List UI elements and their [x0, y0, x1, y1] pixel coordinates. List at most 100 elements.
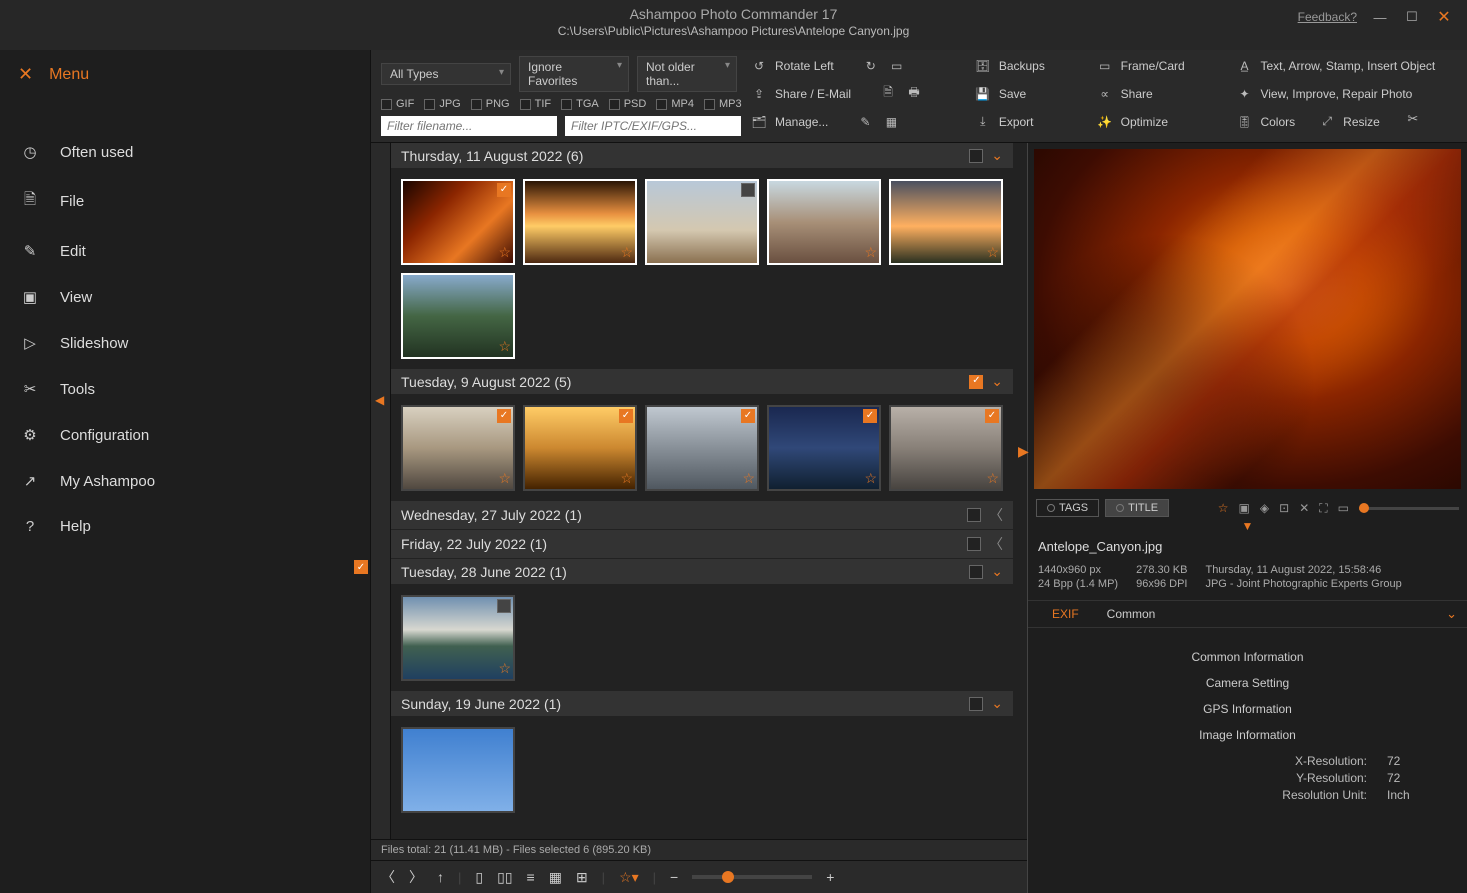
preview-fullscreen-icon[interactable]: ⛶	[1319, 501, 1327, 516]
thumb-star-icon[interactable]: ☆	[864, 244, 877, 261]
thumb-check-icon[interactable]	[741, 183, 755, 197]
text-arrow-button[interactable]: A̲Text, Arrow, Stamp, Insert Object	[1236, 56, 1457, 76]
format-png[interactable]: PNG	[471, 98, 510, 110]
optimize-button[interactable]: ✨Optimize	[1097, 111, 1207, 132]
view-grid-icon[interactable]: ▦	[549, 869, 562, 886]
group-header[interactable]: Wednesday, 27 July 2022 (1)〈	[391, 501, 1013, 530]
format-psd[interactable]: PSD	[609, 98, 647, 110]
view-details-icon[interactable]: ⊞	[576, 869, 588, 886]
preview-chevron-down-icon[interactable]: ▼	[1028, 519, 1467, 533]
thumb-check-icon[interactable]	[497, 183, 511, 197]
age-dropdown[interactable]: Not older than...	[637, 56, 737, 92]
zoom-out-icon[interactable]: −	[670, 869, 678, 885]
edit-icon[interactable]: ✎	[856, 115, 874, 129]
thumbnail[interactable]: ☆	[401, 405, 515, 491]
common-tab[interactable]: Common	[1093, 601, 1170, 627]
tags-tab[interactable]: TAGS	[1036, 499, 1099, 517]
thumbnail[interactable]: ☆	[401, 179, 515, 265]
chevron-icon[interactable]: ⌄	[991, 695, 1003, 712]
menu-item-often-used[interactable]: ◷Often used	[0, 129, 370, 175]
backups-button[interactable]: 🗄Backups	[975, 56, 1067, 76]
format-jpg[interactable]: JPG	[424, 98, 460, 110]
thumb-star-icon[interactable]: ☆	[498, 660, 511, 677]
format-tif[interactable]: TIF	[520, 98, 552, 110]
preview-icon-3[interactable]: ⊡	[1279, 501, 1289, 515]
resize-button[interactable]: ⤢Resize	[1319, 111, 1380, 132]
thumb-check-icon[interactable]	[741, 409, 755, 423]
meta-chevron-icon[interactable]: ⌄	[1446, 606, 1457, 622]
print-icon[interactable]: 🖶	[905, 83, 923, 104]
feedback-link[interactable]: Feedback?	[1298, 10, 1357, 24]
view-single-icon[interactable]: ▯	[475, 869, 483, 886]
minimize-button[interactable]: —	[1371, 10, 1389, 24]
thumbnail[interactable]: ☆	[401, 273, 515, 359]
colors-button[interactable]: 🎚Colors	[1236, 111, 1295, 132]
menu-close-icon[interactable]: ✕	[18, 64, 33, 85]
exif-tab[interactable]: EXIF	[1038, 601, 1093, 627]
menu-header[interactable]: ✕ Menu	[0, 50, 370, 99]
group-check[interactable]	[969, 565, 983, 579]
chevron-icon[interactable]: 〈	[989, 534, 1003, 554]
thumbnail[interactable]: ☆	[889, 179, 1003, 265]
thumb-star-icon[interactable]: ☆	[498, 470, 511, 487]
format-gif[interactable]: GIF	[381, 98, 414, 110]
share-button[interactable]: ∝Share	[1097, 80, 1207, 107]
rotate-left-button[interactable]: ↺Rotate Left↻▭	[751, 56, 945, 76]
thumbnail[interactable]: ☆	[401, 595, 515, 681]
preview-zoom-slider[interactable]	[1359, 507, 1459, 510]
title-tab[interactable]: TITLE	[1105, 499, 1169, 517]
thumb-check-icon[interactable]	[863, 409, 877, 423]
preview-star-icon[interactable]: ☆	[1218, 501, 1229, 515]
thumb-star-icon[interactable]: ☆	[620, 470, 633, 487]
crop-icon[interactable]: ✂	[1404, 111, 1422, 132]
view-list-icon[interactable]: ≡	[527, 869, 535, 885]
menu-item-view[interactable]: ▣View	[0, 274, 370, 320]
thumbnail[interactable]: ☆	[523, 179, 637, 265]
share-email-button[interactable]: ⇪Share / E-Mail🗎🖶	[751, 80, 945, 107]
monitor-icon[interactable]: ▭	[888, 59, 906, 73]
close-button[interactable]: ✕	[1435, 10, 1453, 24]
group-header[interactable]: Tuesday, 9 August 2022 (5)⌄	[391, 369, 1013, 395]
group-check[interactable]	[969, 697, 983, 711]
chevron-icon[interactable]: ⌄	[991, 563, 1003, 580]
group-header[interactable]: Thursday, 11 August 2022 (6)⌄	[391, 143, 1013, 169]
menu-item-my-ashampoo[interactable]: ↗My Ashampoo	[0, 458, 370, 504]
grid-icon[interactable]: ▦	[882, 115, 900, 129]
chevron-icon[interactable]: ⌄	[991, 373, 1003, 390]
menu-item-slideshow[interactable]: ▷Slideshow	[0, 320, 370, 366]
menu-item-help[interactable]: ?Help	[0, 504, 370, 549]
filter-filename-input[interactable]	[381, 116, 557, 136]
browser-strip[interactable]: ◀	[371, 143, 391, 839]
preview-image[interactable]	[1034, 149, 1461, 489]
strip-arrow-left-icon[interactable]: ◀	[375, 393, 384, 407]
thumb-star-icon[interactable]: ☆	[986, 244, 999, 261]
thumb-star-icon[interactable]: ☆	[620, 244, 633, 261]
manage-button[interactable]: 🗂Manage...✎▦	[751, 111, 945, 132]
thumb-check-icon[interactable]	[497, 599, 511, 613]
thumbnail[interactable]: ☆	[523, 405, 637, 491]
thumbnail[interactable]: ☆	[889, 405, 1003, 491]
star-filter-icon[interactable]: ☆▾	[619, 869, 639, 886]
group-check[interactable]	[967, 508, 981, 522]
rotate-right-icon[interactable]: ↻	[862, 59, 880, 73]
preview-icon-1[interactable]: ▣	[1239, 501, 1250, 515]
thumb-size-slider[interactable]	[692, 875, 812, 879]
zoom-in-icon[interactable]: +	[826, 869, 834, 885]
menu-item-file[interactable]: 🗎File	[0, 175, 370, 228]
group-check[interactable]	[969, 375, 983, 389]
doc-icon[interactable]: 🗎	[879, 83, 897, 104]
export-button[interactable]: ⤓Export	[975, 111, 1067, 132]
view-dual-icon[interactable]: ▯▯	[497, 869, 512, 886]
thumb-check-icon[interactable]	[619, 409, 633, 423]
menu-item-edit[interactable]: ✎Edit	[0, 228, 370, 274]
thumb-check-icon[interactable]	[497, 409, 511, 423]
thumb-star-icon[interactable]: ☆	[498, 338, 511, 355]
save-button[interactable]: 💾Save	[975, 80, 1067, 107]
thumbnail[interactable]: ☆	[645, 405, 759, 491]
view-improve-button[interactable]: ✦View, Improve, Repair Photo	[1236, 80, 1457, 107]
format-mp3[interactable]: MP3	[704, 98, 742, 110]
group-header[interactable]: Tuesday, 28 June 2022 (1)⌄	[391, 559, 1013, 585]
preview-icon-4[interactable]: ✕	[1299, 501, 1309, 515]
favorites-dropdown[interactable]: Ignore Favorites	[519, 56, 629, 92]
thumbnail[interactable]	[401, 727, 515, 813]
